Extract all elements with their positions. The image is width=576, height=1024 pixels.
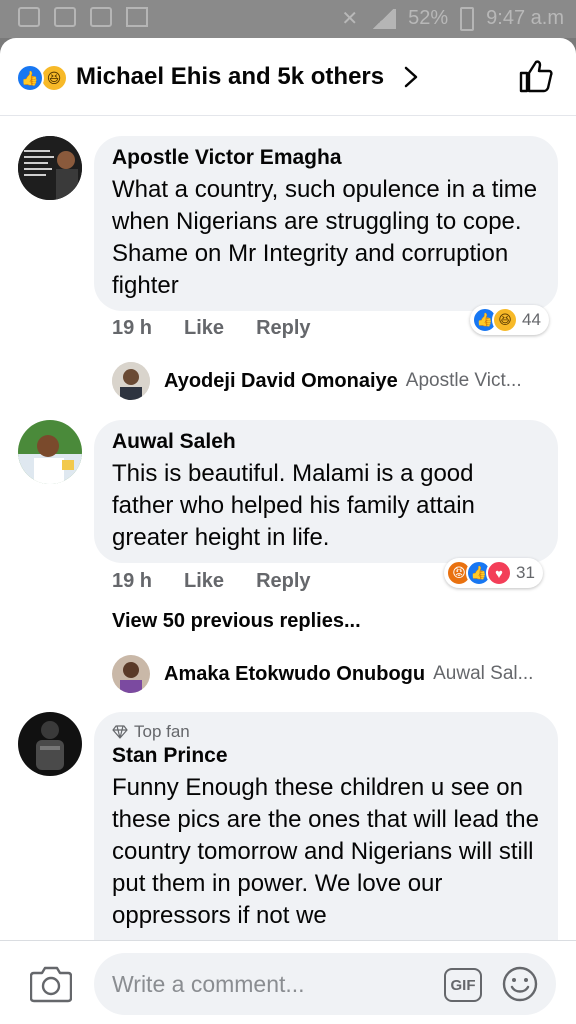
comment-input[interactable]: Write a comment... GIF bbox=[94, 953, 556, 1015]
top-fan-badge: Top fan bbox=[112, 722, 540, 742]
reply-preview-text: Apostle Vict... bbox=[405, 370, 522, 391]
gif-button[interactable]: GIF bbox=[444, 968, 482, 1002]
love-icon: ♥ bbox=[486, 560, 512, 586]
battery-icon bbox=[460, 6, 475, 31]
reply-button[interactable]: Reply bbox=[256, 570, 310, 593]
camera-icon[interactable] bbox=[30, 963, 72, 1003]
reactions-summary[interactable]: Michael Ehis and 5k others bbox=[76, 63, 384, 91]
warning-icon bbox=[126, 7, 148, 27]
header-reactions: 👍 😆 bbox=[16, 64, 72, 92]
comment-bubble[interactable]: Top fan Stan Prince Funny Enough these c… bbox=[94, 712, 558, 972]
comment-text: This is beautiful. Malami is a good fath… bbox=[112, 460, 475, 551]
like-icon: 👍 bbox=[16, 64, 44, 92]
reply-button[interactable]: Reply bbox=[256, 317, 310, 340]
top-fan-label: Top fan bbox=[134, 722, 190, 741]
status-bar: ✕ 52% 9:47 a.m bbox=[0, 0, 576, 38]
reactions-header[interactable]: 👍 😆 Michael Ehis and 5k others bbox=[0, 38, 576, 116]
reaction-count-pill[interactable]: 👍 😆 44 bbox=[470, 305, 549, 335]
comment-time: 19 h bbox=[112, 570, 153, 592]
status-right: ✕ 52% 9:47 a.m bbox=[341, 6, 564, 31]
comment-text: Funny Enough these children u see on the… bbox=[112, 774, 539, 929]
reaction-count: 44 bbox=[522, 310, 541, 329]
chevron-right-icon[interactable] bbox=[400, 65, 422, 89]
diamond-icon bbox=[112, 725, 128, 739]
avatar[interactable] bbox=[18, 420, 82, 484]
haha-icon: 😆 bbox=[40, 64, 68, 92]
comment-bubble[interactable]: Auwal Saleh This is beautiful. Malami is… bbox=[94, 420, 558, 563]
reaction-count: 31 bbox=[516, 563, 535, 582]
reply-preview[interactable]: Amaka Etokwudo Onubogu Auwal Sal... bbox=[112, 654, 533, 694]
emoji-icon[interactable] bbox=[502, 966, 538, 1002]
clock: 9:47 a.m bbox=[486, 7, 564, 29]
comment-actions: 19 h Like Reply bbox=[112, 570, 311, 593]
status-left-icons bbox=[18, 7, 148, 27]
like-button[interactable]: Like bbox=[184, 317, 224, 340]
comment-bubble[interactable]: Apostle Victor Emagha What a country, su… bbox=[94, 136, 558, 311]
reply-preview[interactable]: Ayodeji David Omonaiye Apostle Vict... bbox=[112, 361, 522, 401]
comments-sheet: 👍 😆 Michael Ehis and 5k others Apostle V… bbox=[0, 38, 576, 1024]
notification-icon bbox=[18, 7, 40, 27]
like-button[interactable]: Like bbox=[184, 570, 224, 593]
comment-composer: Write a comment... GIF bbox=[0, 940, 576, 1024]
comment-text: What a country, such opulence in a time … bbox=[112, 176, 538, 299]
battery-percent: 52% bbox=[408, 7, 449, 29]
mute-icon: ✕ bbox=[341, 8, 359, 30]
comment-author[interactable]: Apostle Victor Emagha bbox=[112, 146, 540, 170]
comment-time: 19 h bbox=[112, 317, 153, 339]
avatar[interactable] bbox=[112, 655, 150, 693]
avatar[interactable] bbox=[112, 362, 150, 400]
reply-preview-text: Auwal Sal... bbox=[433, 663, 534, 684]
view-previous-replies-link[interactable]: View 50 previous replies... bbox=[112, 610, 361, 633]
like-post-icon[interactable] bbox=[518, 58, 554, 94]
messenger-icon bbox=[90, 7, 112, 27]
reaction-count-pill[interactable]: 😡 👍 ♥ 31 bbox=[444, 558, 543, 588]
gallery-icon bbox=[54, 7, 76, 27]
comment-author[interactable]: Auwal Saleh bbox=[112, 430, 540, 454]
avatar[interactable] bbox=[18, 136, 82, 200]
comment-input-placeholder: Write a comment... bbox=[112, 971, 305, 997]
comment-author[interactable]: Stan Prince bbox=[112, 744, 540, 768]
avatar[interactable] bbox=[18, 712, 82, 776]
comment-actions: 19 h Like Reply bbox=[112, 317, 311, 340]
reply-author[interactable]: Ayodeji David Omonaiye bbox=[164, 370, 398, 393]
signal-icon bbox=[370, 8, 397, 29]
haha-icon: 😆 bbox=[492, 307, 518, 333]
reply-author[interactable]: Amaka Etokwudo Onubogu bbox=[164, 663, 425, 686]
